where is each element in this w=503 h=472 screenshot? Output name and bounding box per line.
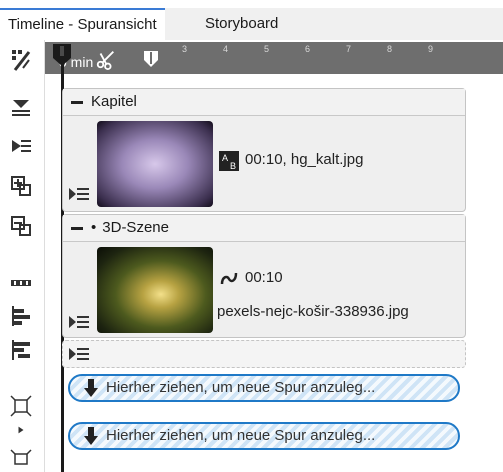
align-list-icon[interactable] bbox=[68, 187, 90, 201]
expand-arrow-button[interactable] bbox=[5, 422, 37, 438]
tab-bar: Timeline - Spuransicht Storyboard bbox=[0, 8, 503, 40]
magic-wand-button[interactable] bbox=[5, 46, 37, 74]
clip-info: 00:10, hg_kalt.jpg bbox=[245, 151, 364, 168]
align-right-button[interactable] bbox=[5, 336, 37, 364]
svg-text:B: B bbox=[230, 161, 236, 171]
clip-filename: pexels-nejc-košir-338936.jpg bbox=[217, 303, 409, 320]
svg-text:A: A bbox=[222, 153, 228, 163]
tick-label: 7 bbox=[346, 44, 352, 54]
curve-path-icon bbox=[220, 272, 238, 285]
marker-icon[interactable] bbox=[143, 50, 159, 68]
clip-thumbnail[interactable] bbox=[97, 121, 213, 207]
timeline-ruler[interactable]: 0 min 3 4 5 6 7 8 9 bbox=[45, 42, 503, 74]
align-left-icon bbox=[12, 306, 30, 326]
dropzone-label: Hierher ziehen, um neue Spur anzuleg... bbox=[106, 427, 376, 444]
caret-right-icon bbox=[18, 426, 24, 434]
track-header[interactable]: • 3D-Szene bbox=[63, 215, 465, 242]
tick-label: 9 bbox=[428, 44, 434, 54]
track-3d-szene[interactable]: • 3D-Szene 00:10 pexels-nejc-košir-338936… bbox=[62, 214, 466, 338]
dot-indicator: • bbox=[91, 219, 97, 236]
remove-track-button[interactable] bbox=[5, 212, 37, 240]
align-center-icon bbox=[12, 100, 30, 116]
arrow-down-icon bbox=[84, 427, 98, 445]
track-header[interactable]: Kapitel bbox=[63, 89, 465, 116]
empty-track[interactable] bbox=[62, 340, 466, 368]
tick-label: 5 bbox=[264, 44, 270, 54]
align-right-icon bbox=[12, 340, 30, 360]
align-left-button[interactable] bbox=[5, 302, 37, 330]
arrow-down-icon bbox=[84, 379, 98, 397]
scissors-icon[interactable] bbox=[95, 48, 117, 70]
text-ab-icon: A B bbox=[219, 151, 239, 171]
collapse-icon[interactable] bbox=[71, 226, 83, 230]
align-center-button[interactable] bbox=[5, 92, 37, 120]
clip-duration: 00:10 bbox=[245, 269, 283, 286]
align-list-button[interactable] bbox=[5, 132, 37, 160]
track-kapitel[interactable]: Kapitel A B 00:10, hg_kalt.jpg bbox=[62, 88, 466, 212]
tab-storyboard[interactable]: Storyboard bbox=[197, 8, 286, 40]
left-toolbar bbox=[0, 40, 45, 472]
distribute-button[interactable] bbox=[5, 444, 37, 472]
fit-button[interactable] bbox=[5, 392, 37, 420]
new-track-dropzone[interactable]: Hierher ziehen, um neue Spur anzuleg... bbox=[68, 374, 460, 402]
tick-label: 4 bbox=[223, 44, 229, 54]
collapse-icon[interactable] bbox=[71, 100, 83, 104]
clip-thumbnail[interactable] bbox=[97, 247, 213, 333]
timeline-layout-button[interactable] bbox=[5, 270, 37, 298]
tick-label: 8 bbox=[387, 44, 393, 54]
align-list-icon[interactable] bbox=[68, 347, 90, 361]
track-title: 3D-Szene bbox=[102, 219, 169, 236]
new-track-dropzone[interactable]: Hierher ziehen, um neue Spur anzuleg... bbox=[68, 422, 460, 450]
distribute-icon bbox=[10, 449, 32, 465]
add-track-icon bbox=[11, 176, 31, 196]
fit-icon bbox=[10, 395, 32, 417]
track-title: Kapitel bbox=[91, 93, 137, 110]
remove-track-icon bbox=[11, 216, 31, 236]
dropzone-label: Hierher ziehen, um neue Spur anzuleg... bbox=[106, 379, 376, 396]
add-track-button[interactable] bbox=[5, 172, 37, 200]
tick-label: 3 bbox=[182, 44, 188, 54]
align-list-icon[interactable] bbox=[68, 315, 90, 329]
magic-wand-icon bbox=[12, 50, 31, 71]
tick-label: 6 bbox=[305, 44, 311, 54]
timeline-layout-icon bbox=[11, 280, 31, 286]
align-list-icon bbox=[12, 140, 31, 152]
tab-timeline[interactable]: Timeline - Spuransicht bbox=[0, 8, 165, 40]
